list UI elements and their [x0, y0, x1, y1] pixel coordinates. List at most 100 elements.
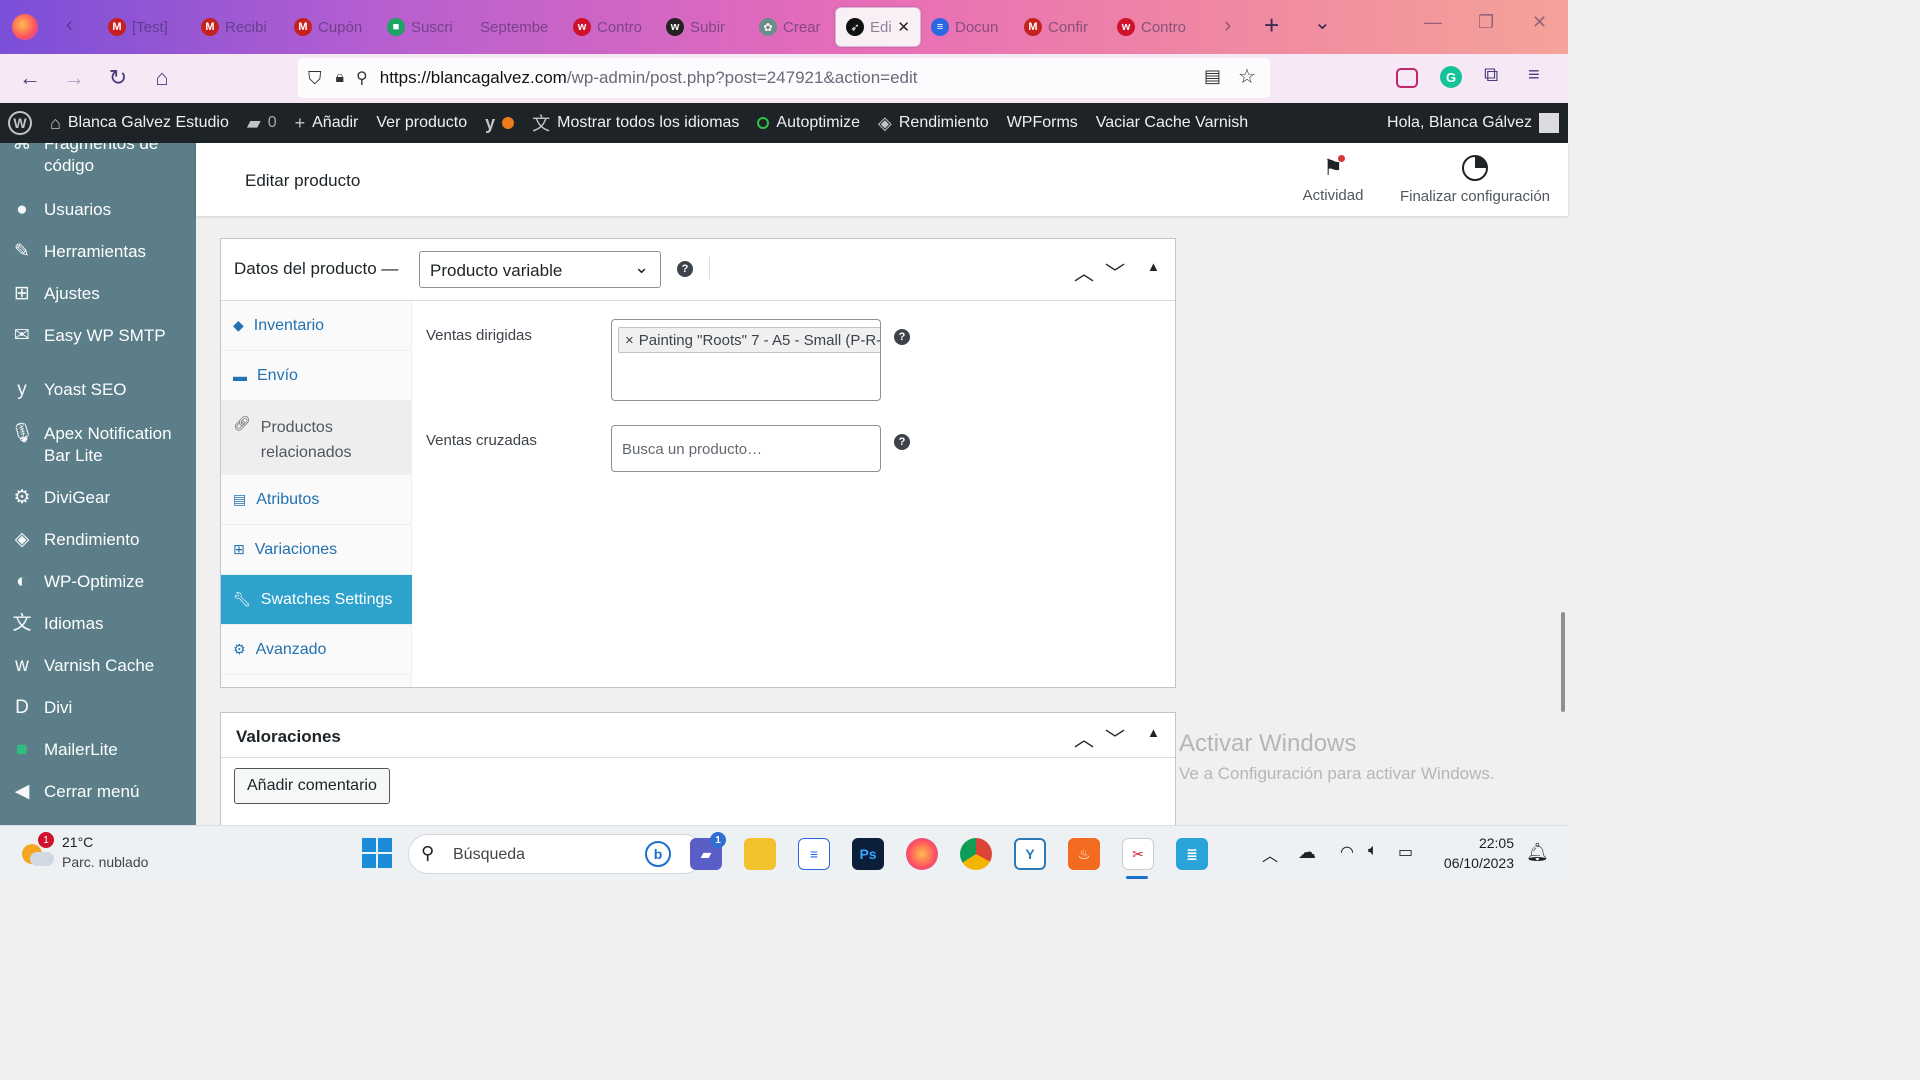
sidebar-item-gear[interactable]: ⚙ DiviGear	[0, 487, 196, 509]
sidebar-item-code[interactable]: ⌘ Fragmentos de código	[0, 143, 196, 177]
adminbar-add[interactable]: + Añadir	[286, 103, 368, 143]
adminbar-autoptimize[interactable]: Autoptimize	[748, 103, 869, 143]
show-hidden-icons-icon[interactable]: ︿	[1262, 842, 1278, 866]
back-arrow-icon[interactable]: ←	[8, 58, 52, 98]
close-window-icon[interactable]: ✕	[1532, 12, 1547, 33]
sidebar-item-mailerlite[interactable]: ■ MailerLite	[0, 739, 196, 761]
volume-icon[interactable]: 🔈︎	[1368, 842, 1378, 860]
move-up-icon[interactable]: ︿	[1074, 723, 1094, 752]
tracking-shield-icon[interactable]: ⛉	[308, 68, 322, 89]
toggle-panel-icon[interactable]: ▲	[1147, 259, 1160, 274]
browser-tab[interactable]: w Subir	[656, 7, 749, 47]
sidebar-item-smtp[interactable]: ✉ Easy WP SMTP	[0, 325, 196, 347]
browser-tab[interactable]: Septembe	[470, 7, 563, 47]
firefox-icon[interactable]	[906, 838, 938, 870]
sidebar-item-optimize[interactable]: ◐ WP-Optimize	[0, 571, 196, 593]
product-tab-wrench[interactable]: 🔧︎ Swatches Settings	[221, 575, 412, 625]
adminbar-languages[interactable]: 文 Mostrar todos los idiomas	[523, 103, 748, 143]
browser-tab[interactable]: w Contro	[1107, 7, 1200, 47]
app-menu-icon[interactable]: ≡	[1528, 64, 1540, 87]
product-tab-grid[interactable]: ⊞ Variaciones	[221, 525, 412, 575]
browser-tab[interactable]: ✿ Crear	[749, 7, 835, 47]
lock-icon[interactable]: 🔒︎	[336, 69, 345, 87]
forward-arrow-icon[interactable]: →	[52, 58, 96, 98]
chrome-icon[interactable]	[960, 838, 992, 870]
toggle-panel-icon[interactable]: ▲	[1147, 725, 1160, 740]
product-type-select[interactable]: Producto variable ⌄	[419, 251, 661, 288]
reader-view-icon[interactable]: ▤	[1204, 66, 1221, 87]
product-tab-gear[interactable]: ⚙ Avanzado	[221, 625, 412, 675]
adminbar-varnish[interactable]: Vaciar Cache Varnish	[1087, 103, 1257, 143]
browser-tab[interactable]: M Cupón	[284, 7, 377, 47]
clock-date[interactable]: 06/10/2023	[1424, 855, 1514, 871]
adminbar-yoast[interactable]: y	[476, 103, 523, 143]
notepad-doc-icon[interactable]: ≡	[798, 838, 830, 870]
extensions-icon[interactable]: ⧉	[1484, 64, 1498, 87]
pocket-icon[interactable]	[1396, 68, 1418, 88]
sidebar-item-microphone[interactable]: 🎙︎ Apex Notification Bar Lite	[0, 423, 196, 467]
sidebar-item-users[interactable]: ● Usuarios	[0, 199, 196, 221]
home-icon[interactable]: ⌂	[140, 58, 184, 98]
browser-tab[interactable]: w Contro	[563, 7, 656, 47]
sidebar-item-varnish[interactable]: w Varnish Cache	[0, 655, 196, 677]
url-text[interactable]: https://blancagalvez.com/wp-admin/post.p…	[380, 68, 918, 88]
reload-icon[interactable]: ↻	[96, 58, 140, 98]
adminbar-wpforms[interactable]: WPForms	[998, 103, 1087, 143]
add-comment-button[interactable]: Añadir comentario	[234, 768, 390, 804]
page-scrollbar[interactable]	[1561, 612, 1565, 712]
browser-tab[interactable]: M Confir	[1014, 7, 1107, 47]
sidebar-item-performance[interactable]: ◈ Rendimiento	[0, 529, 196, 551]
taskbar-search-input[interactable]: ⚲ Búsqueda b	[408, 834, 704, 874]
minimize-window-icon[interactable]: —	[1424, 12, 1442, 33]
wordpress-logo-icon[interactable]: W	[0, 103, 41, 143]
adminbar-view-product[interactable]: Ver producto	[367, 103, 476, 143]
browser-tab[interactable]: ➶ Edi ✕	[835, 7, 921, 47]
battery-icon[interactable]: ▭	[1398, 842, 1413, 862]
sidebar-item-collapse[interactable]: ◀ Cerrar menú	[0, 781, 196, 803]
snipping-tool-icon[interactable]: ✂	[1122, 838, 1154, 870]
sidebar-item-settings[interactable]: ⊞ Ajustes	[0, 283, 196, 305]
crosssells-help-icon[interactable]: ?	[894, 434, 910, 450]
address-bar[interactable]: ⛉ 🔒︎ ⚲ https://blancagalvez.com/wp-admin…	[298, 58, 1270, 98]
firefox-menu-icon[interactable]	[12, 14, 38, 40]
windows-start-icon[interactable]	[362, 838, 392, 868]
onedrive-icon[interactable]: ☁	[1298, 842, 1316, 863]
adminbar-site[interactable]: ⌂ Blanca Galvez Estudio	[41, 103, 238, 143]
product-tab-list[interactable]: ▤ Atributos	[221, 475, 412, 525]
scroll-tabs-left-icon[interactable]: ‹	[66, 14, 73, 37]
sidebar-item-divi[interactable]: D Divi	[0, 697, 196, 719]
sidebar-item-tools[interactable]: ✎ Herramientas	[0, 241, 196, 263]
restore-window-icon[interactable]: ❐	[1478, 12, 1494, 33]
product-tab-link[interactable]: 🔗︎ Productos relacionados	[221, 401, 412, 475]
browser-tab[interactable]: ■ Suscri	[377, 7, 470, 47]
browser-tab[interactable]: ≡ Docun	[921, 7, 1014, 47]
browser-tab[interactable]: M Recibi	[191, 7, 284, 47]
adminbar-performance[interactable]: ◈ Rendimiento	[869, 103, 998, 143]
activity-button[interactable]: ⚑ Actividad	[1296, 155, 1370, 204]
adminbar-comments[interactable]: ▰ 0	[238, 103, 286, 143]
help-icon[interactable]: ?	[677, 261, 693, 277]
clock-time[interactable]: 22:05	[1438, 835, 1514, 851]
bookmark-star-icon[interactable]: ☆	[1238, 64, 1256, 89]
list-all-tabs-icon[interactable]: ⌄	[1314, 10, 1331, 35]
move-down-icon[interactable]: ﹀	[1105, 257, 1125, 286]
move-up-icon[interactable]: ︿	[1074, 257, 1094, 286]
sidebar-item-translate[interactable]: 文 Idiomas	[0, 613, 196, 635]
sidebar-item-yoast[interactable]: y Yoast SEO	[0, 379, 196, 401]
wifi-icon[interactable]: ◠	[1340, 842, 1354, 862]
upsell-product-chip[interactable]: × Painting "Roots" 7 - A5 - Small (P-R-7	[618, 327, 880, 353]
browser-tab[interactable]: M [Test]	[98, 7, 191, 47]
grammarly-icon[interactable]: G	[1440, 66, 1462, 88]
product-tab-tag[interactable]: ◆ Inventario	[221, 301, 412, 351]
fire-app-icon[interactable]: ♨	[1068, 838, 1100, 870]
crosssells-search-input[interactable]: Busca un producto…	[611, 425, 881, 472]
remove-chip-icon[interactable]: ×	[625, 332, 634, 349]
tray-app-icon[interactable]: Y	[1014, 838, 1046, 870]
weather-icon[interactable]: 1	[22, 832, 54, 868]
finish-setup-button[interactable]: Finalizar configuración	[1394, 155, 1556, 205]
adminbar-account[interactable]: Hola, Blanca Gálvez	[1378, 103, 1568, 143]
close-tab-icon[interactable]: ✕	[897, 18, 910, 36]
bing-icon[interactable]: b	[645, 841, 671, 867]
permissions-icon[interactable]: ⚲	[356, 68, 368, 88]
notepad-icon[interactable]: ≣	[1176, 838, 1208, 870]
